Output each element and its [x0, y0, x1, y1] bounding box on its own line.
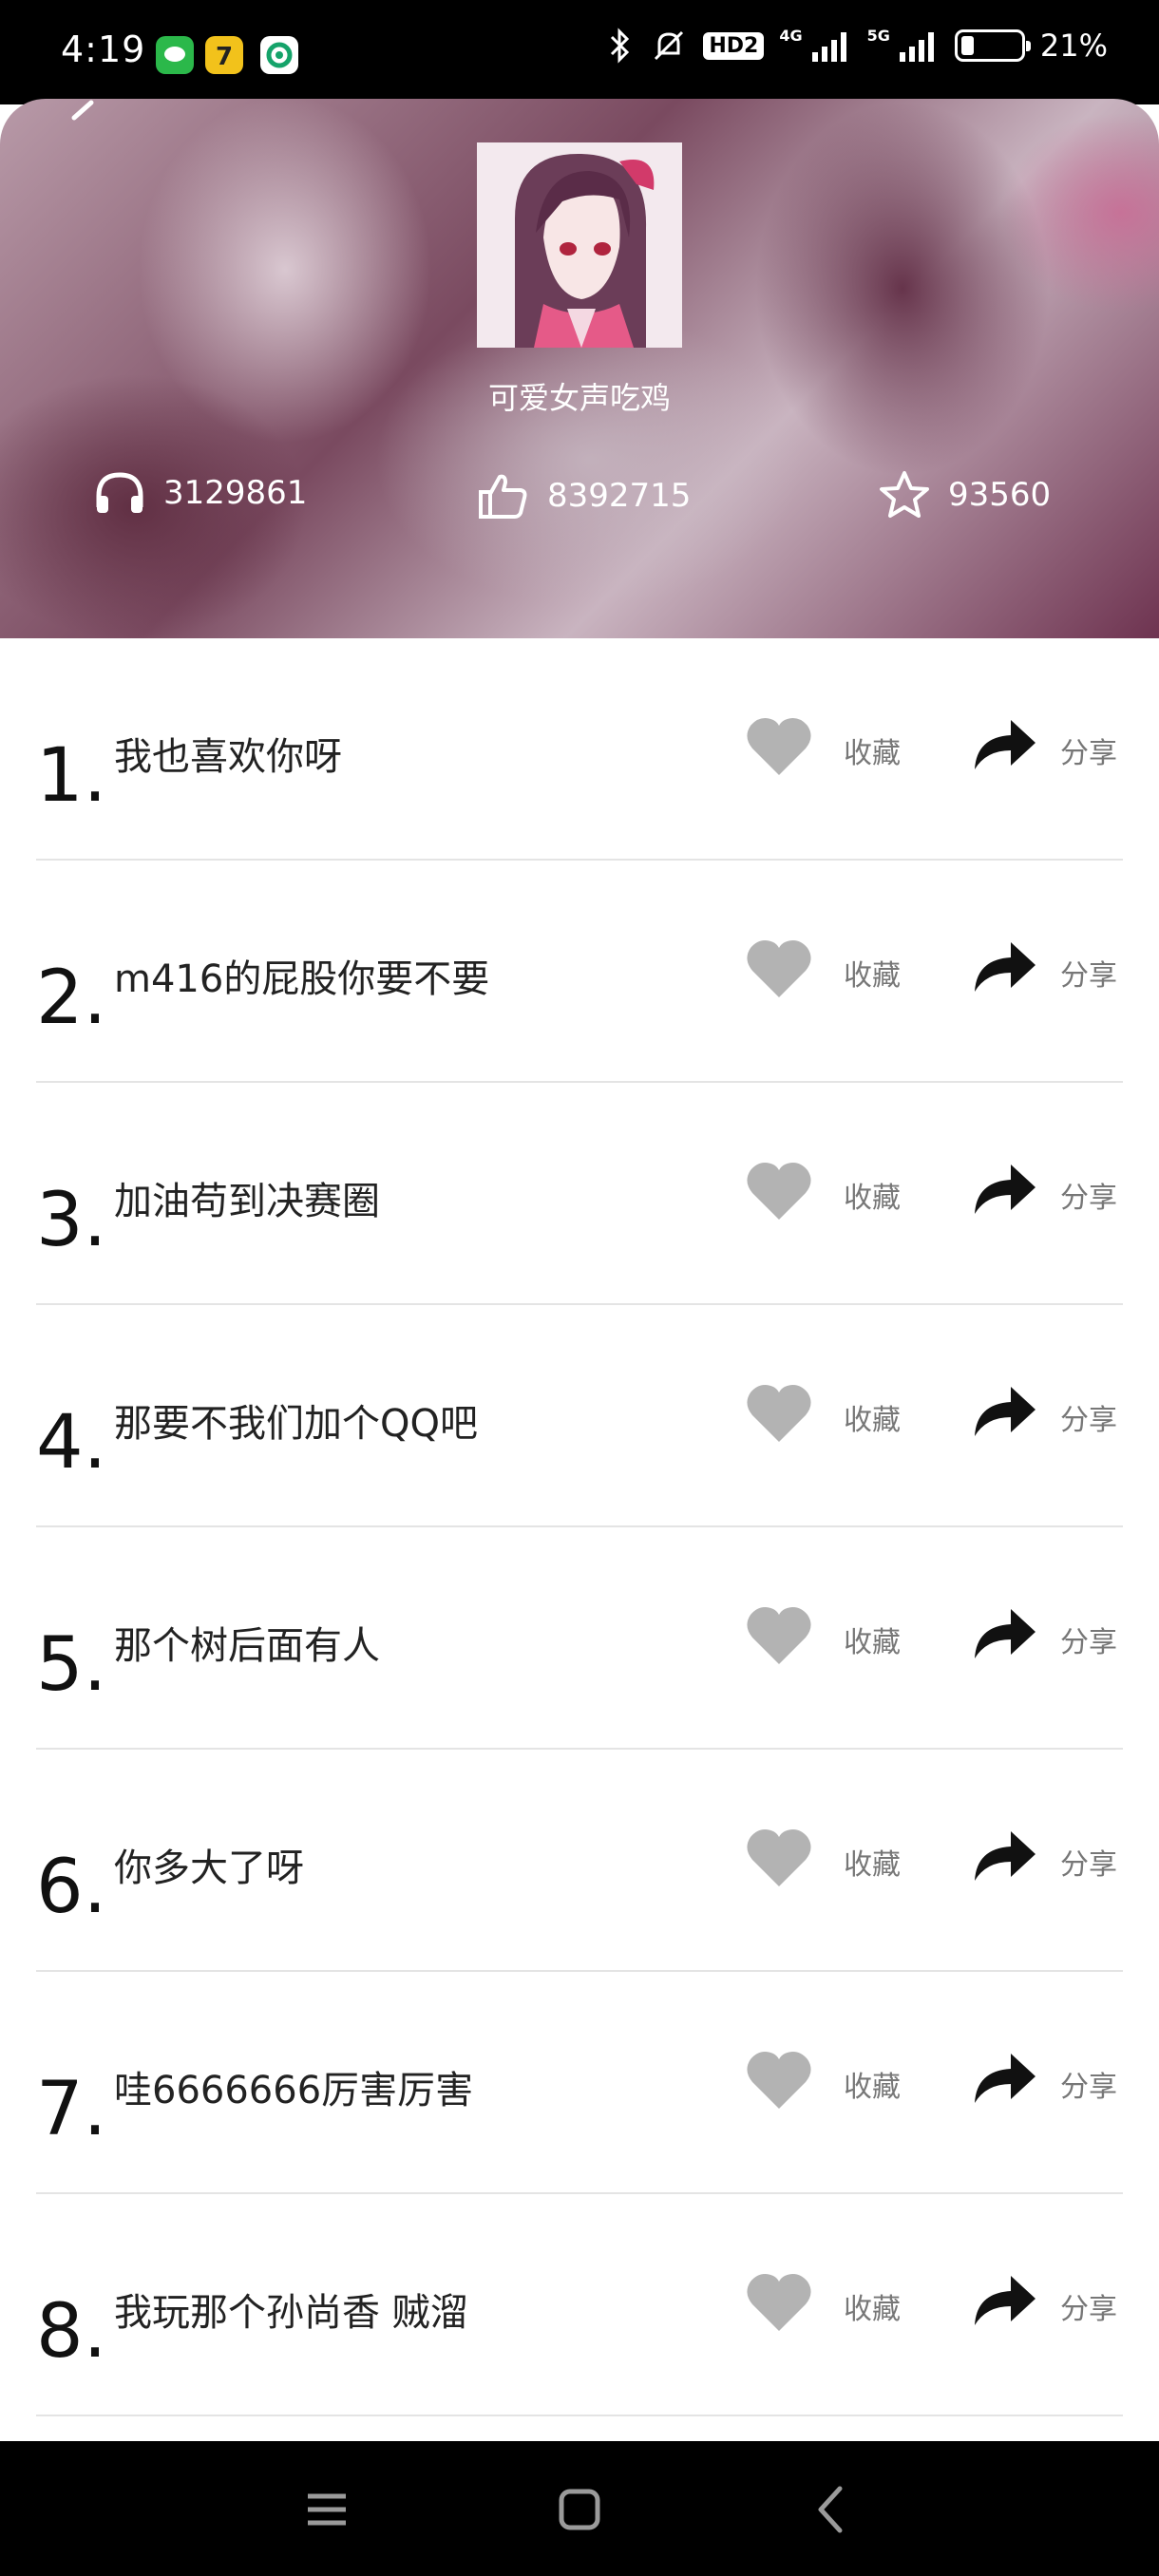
favorite-label[interactable]: 收藏 — [844, 1174, 901, 1216]
battery-icon — [954, 29, 1031, 62]
share-label[interactable]: 分享 — [1060, 1841, 1117, 1883]
favorite-label[interactable]: 收藏 — [844, 1619, 901, 1660]
like-count-value: 8392715 — [547, 477, 692, 515]
item-index: 3. — [36, 1178, 107, 1263]
thumbs-up-icon — [479, 474, 527, 519]
svg-text:7: 7 — [216, 43, 233, 71]
status-bar: 4:19 7 HD2 4G 5G 21% — [0, 0, 1159, 104]
sound-list: 1. 我也喜欢你呀 收藏 分享 2. m416的屁股你要不要 收藏 分享 3. 加油苟到决赛圈 收藏… — [0, 638, 1159, 2416]
signal-5g-icon — [899, 32, 934, 62]
share-label[interactable]: 分享 — [1060, 2285, 1117, 2327]
system-nav-bar — [0, 2441, 1159, 2576]
like-count[interactable]: 8392715 — [477, 469, 691, 522]
bluetooth-icon — [611, 28, 630, 64]
list-item[interactable]: 6. 你多大了呀 收藏 分享 — [0, 1750, 1159, 1972]
heart-icon[interactable] — [745, 1826, 813, 1888]
listen-count-value: 3129861 — [163, 474, 308, 512]
share-label[interactable]: 分享 — [1060, 1174, 1117, 1216]
star-count-value: 93560 — [948, 476, 1052, 514]
favorite-label[interactable]: 收藏 — [844, 2285, 901, 2327]
favorite-label[interactable]: 收藏 — [844, 1396, 901, 1438]
message-app-icon — [156, 36, 194, 74]
item-index: 8. — [36, 2289, 107, 2375]
favorite-label[interactable]: 收藏 — [844, 729, 901, 771]
item-title[interactable]: 那要不我们加个QQ吧 — [114, 1392, 478, 1448]
network-5g-label: 5G — [866, 27, 890, 45]
share-label[interactable]: 分享 — [1060, 2063, 1117, 2105]
heart-icon[interactable] — [745, 1603, 813, 1666]
heart-icon[interactable] — [745, 2270, 813, 2333]
heart-icon[interactable] — [745, 1159, 813, 1222]
item-index: 2. — [36, 956, 107, 1041]
share-arrow-icon[interactable] — [973, 2272, 1037, 2327]
item-title[interactable]: 哇6666666厉害厉害 — [114, 2059, 473, 2114]
list-item[interactable]: 8. 我玩那个孙尚香 贼溜 收藏 分享 — [0, 2194, 1159, 2416]
share-arrow-icon[interactable] — [973, 1828, 1037, 1883]
album-cover — [477, 142, 682, 348]
app-screen: 4:19 7 HD2 4G 5G 21% 可爱女声吃鸡 3129861 8392… — [0, 0, 1159, 2576]
share-arrow-icon[interactable] — [973, 1161, 1037, 1216]
item-index: 5. — [36, 1622, 107, 1708]
hd-badge: HD2 — [703, 31, 765, 60]
list-item[interactable]: 7. 哇6666666厉害厉害 收藏 分享 — [0, 1972, 1159, 2194]
star-count[interactable]: 93560 — [878, 469, 1051, 521]
share-arrow-icon[interactable] — [973, 938, 1037, 994]
share-arrow-icon[interactable] — [973, 2050, 1037, 2105]
headphones-icon — [96, 472, 143, 513]
heart-icon[interactable] — [745, 1381, 813, 1444]
favorite-label[interactable]: 收藏 — [844, 2063, 901, 2105]
status-indicators: HD2 4G 5G 21% — [606, 27, 1108, 65]
list-item[interactable]: 3. 加油苟到决赛圈 收藏 分享 — [0, 1083, 1159, 1305]
back-arrow-icon[interactable] — [65, 99, 103, 137]
battery-percent: 21% — [1039, 28, 1108, 64]
row-divider — [36, 2415, 1123, 2416]
share-label[interactable]: 分享 — [1060, 1619, 1117, 1660]
list-item[interactable]: 4. 那要不我们加个QQ吧 收藏 分享 — [0, 1305, 1159, 1527]
share-arrow-icon[interactable] — [973, 716, 1037, 771]
listen-count: 3129861 — [93, 469, 307, 517]
share-label[interactable]: 分享 — [1060, 1396, 1117, 1438]
item-title[interactable]: m416的屁股你要不要 — [114, 948, 489, 1003]
network-4g-label: 4G — [779, 27, 803, 45]
list-item[interactable]: 2. m416的屁股你要不要 收藏 分享 — [0, 861, 1159, 1083]
favorite-label[interactable]: 收藏 — [844, 1841, 901, 1883]
heart-icon[interactable] — [745, 937, 813, 999]
share-arrow-icon[interactable] — [973, 1383, 1037, 1438]
list-item[interactable]: 1. 我也喜欢你呀 收藏 分享 — [0, 638, 1159, 861]
item-title[interactable]: 我也喜欢你呀 — [114, 726, 342, 781]
swirl-app-icon — [260, 36, 298, 74]
seven-app-icon: 7 — [205, 36, 243, 74]
home-icon[interactable] — [551, 2481, 608, 2538]
item-title[interactable]: 加油苟到决赛圈 — [114, 1170, 380, 1225]
item-title[interactable]: 你多大了呀 — [114, 1837, 304, 1892]
battery-level — [960, 36, 974, 55]
favorite-label[interactable]: 收藏 — [844, 952, 901, 994]
menu-icon[interactable] — [298, 2481, 355, 2538]
share-arrow-icon[interactable] — [973, 1605, 1037, 1660]
status-time: 4:19 — [61, 28, 146, 70]
item-index: 7. — [36, 2067, 107, 2152]
album-title: 可爱女声吃鸡 — [487, 380, 671, 416]
list-item[interactable]: 5. 那个树后面有人 收藏 分享 — [0, 1527, 1159, 1750]
signal-icon — [811, 32, 846, 62]
item-index: 6. — [36, 1845, 107, 1930]
heart-icon[interactable] — [745, 714, 813, 777]
mute-bell-icon — [655, 30, 684, 61]
share-label[interactable]: 分享 — [1060, 952, 1117, 994]
item-index: 4. — [36, 1400, 107, 1486]
share-label[interactable]: 分享 — [1060, 729, 1117, 771]
item-index: 1. — [36, 733, 107, 819]
album-header: 可爱女声吃鸡 3129861 8392715 93560 — [0, 99, 1159, 638]
item-title[interactable]: 我玩那个孙尚香 贼溜 — [114, 2282, 468, 2337]
item-title[interactable]: 那个树后面有人 — [114, 1615, 380, 1670]
back-nav-icon[interactable] — [804, 2481, 861, 2538]
star-icon — [880, 471, 929, 518]
heart-icon[interactable] — [745, 2048, 813, 2111]
